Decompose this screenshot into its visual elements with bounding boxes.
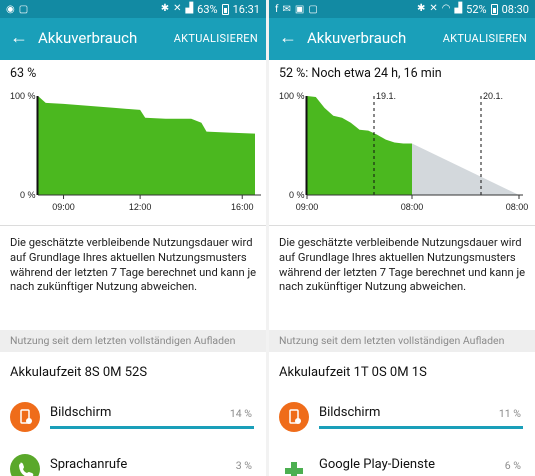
app-row-bildschirm[interactable]: Bildschirm 14 % [0, 398, 266, 442]
battery-level-text: 52 %: Noch etwa 24 h, 16 min [279, 66, 442, 81]
y-label-top: 100 % [279, 91, 305, 101]
y-label-bottom: 0 % [20, 190, 36, 200]
divider [0, 225, 266, 226]
usage-bar-fill [50, 426, 254, 429]
notification-icons: f ✉ ▣ ▢ [275, 3, 318, 17]
clock: 08:30 [501, 2, 529, 16]
day-marker-label: 20.1. [483, 91, 503, 101]
battery-runtime: Akkulaufzeit 8S 0M 52S [10, 365, 148, 380]
app-percent: 6 % [504, 459, 521, 472]
battery-area [307, 96, 412, 195]
refresh-button[interactable]: AKTUALISIEREN [174, 32, 258, 45]
app-row-sprachanrufe[interactable]: Sprachanrufe 3 % [0, 450, 266, 476]
app-name: Bildschirm [50, 405, 112, 420]
y-label-top: 100 % [10, 91, 36, 101]
battery-percent: 52% [466, 2, 487, 16]
mute-icon: ✕ [173, 3, 182, 14]
screen-icon [279, 402, 309, 432]
mail-icon: ✉ [282, 4, 291, 15]
refresh-button[interactable]: AKTUALISIEREN [443, 32, 527, 45]
battery-area [38, 96, 255, 195]
battery-icon [490, 3, 498, 15]
app-row-bildschirm[interactable]: Bildschirm 11 % [269, 398, 535, 442]
puzzle-icon [279, 454, 309, 476]
estimate-description: Die geschätzte verbleibende Nutzungsdaue… [279, 236, 526, 294]
app-toolbar: ← Akkuverbrauch AKTUALISIEREN [0, 18, 266, 60]
app-percent: 14 % [229, 407, 252, 420]
notification-icons: ◉ ▢ [6, 3, 28, 17]
section-header: Nutzung seit dem letzten vollständigen A… [0, 330, 266, 352]
screenshot-icon: ▢ [18, 4, 29, 15]
app-name: Bildschirm [319, 405, 381, 420]
section-header: Nutzung seit dem letzten vollständigen A… [269, 330, 535, 352]
battery-usage-chart: 19.1. 20.1. 100 % 0 % 09:00 08:00 08:00 [269, 84, 535, 224]
prediction-area [412, 143, 519, 195]
battery-level-text: 63 % [10, 66, 37, 81]
screenshot-icon: ▢ [308, 4, 318, 15]
y-label-bottom: 0 % [289, 190, 305, 200]
x-tick-label: 09:00 [296, 202, 319, 212]
back-arrow-icon[interactable]: ← [8, 27, 30, 49]
status-bar: ◉ ▢ ✱ ✕ ▟ 63% 16:31 [0, 0, 266, 18]
app-percent: 3 % [235, 459, 252, 472]
estimate-description: Die geschätzte verbleibende Nutzungsdaue… [10, 236, 257, 294]
app-name: Sprachanrufe [50, 457, 128, 472]
right-screen: f ✉ ▣ ▢ ✱ ✕ ◠ ▟ 52% 08:30 ← Akkuverbrauc… [269, 0, 535, 476]
phone-icon [10, 454, 40, 476]
usage-bar [50, 426, 254, 429]
x-tick-label: 16:00 [231, 202, 254, 212]
status-bar: f ✉ ▣ ▢ ✱ ✕ ◠ ▟ 52% 08:30 [269, 0, 535, 18]
x-tick-label: 12:00 [129, 202, 152, 212]
x-tick-label: 08:00 [506, 202, 529, 212]
bluetooth-icon: ✱ [160, 3, 170, 14]
app-toolbar: ← Akkuverbrauch AKTUALISIEREN [269, 18, 535, 60]
battery-usage-chart: 100 % 0 % 09:00 12:00 16:00 [0, 84, 266, 224]
whatsapp-icon: ◉ [6, 4, 15, 15]
battery-percent: 63% [197, 2, 218, 16]
battery-icon [221, 3, 229, 15]
wifi-icon: ◠ [441, 3, 451, 14]
day-marker-label: 19.1. [376, 91, 396, 101]
clock: 16:31 [232, 2, 260, 16]
battery-runtime: Akkulaufzeit 1T 0S 0M 1S [279, 365, 427, 380]
signal-icon: ▟ [185, 3, 194, 14]
signal-icon: ▟ [454, 3, 463, 14]
image-icon: ▣ [294, 4, 305, 15]
facebook-icon: f [275, 4, 279, 15]
app-percent: 11 % [498, 407, 521, 420]
bluetooth-icon: ✱ [416, 3, 426, 14]
mute-icon: ✕ [429, 3, 438, 14]
divider [269, 225, 535, 226]
app-name: Google Play-Dienste [319, 457, 435, 472]
app-row-google-play-dienste[interactable]: Google Play-Dienste 6 % [269, 450, 535, 476]
back-arrow-icon[interactable]: ← [277, 27, 299, 49]
left-screen: ◉ ▢ ✱ ✕ ▟ 63% 16:31 ← Akkuverbrauch AKTU… [0, 0, 266, 476]
usage-bar [319, 426, 523, 429]
x-tick-label: 08:00 [401, 202, 424, 212]
page-title: Akkuverbrauch [307, 29, 407, 47]
screen-icon [10, 402, 40, 432]
x-tick-label: 09:00 [52, 202, 75, 212]
usage-bar-fill [319, 426, 523, 429]
page-title: Akkuverbrauch [38, 29, 138, 47]
